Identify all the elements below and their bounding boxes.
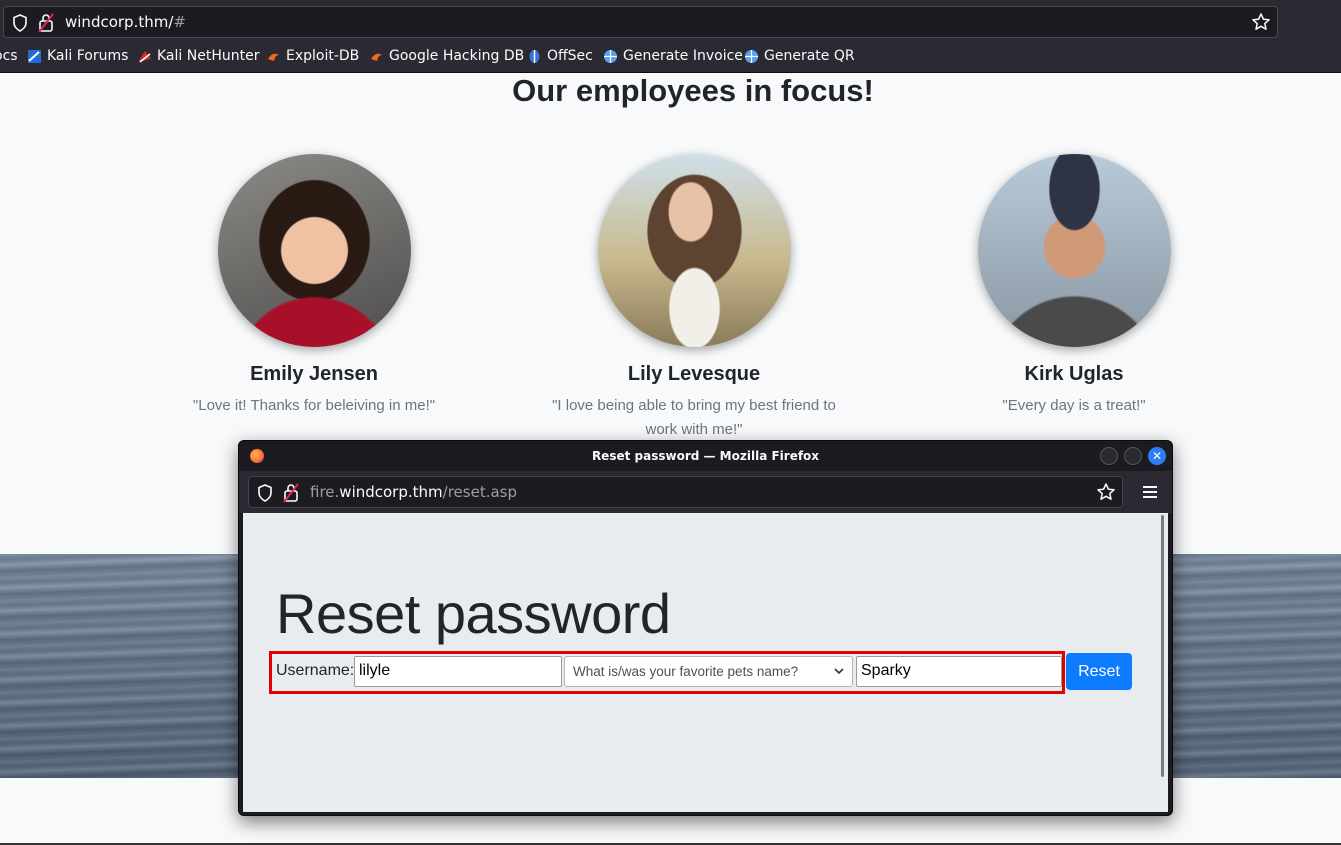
username-input[interactable]: lilyle bbox=[354, 656, 562, 687]
employee-name: Kirk Uglas bbox=[1024, 363, 1124, 385]
bookmark-star-icon[interactable] bbox=[1251, 12, 1271, 32]
popup-toolbar: fire.windcorp.thm/reset.asp bbox=[239, 471, 1172, 513]
insecure-lock-icon[interactable] bbox=[283, 483, 299, 503]
reset-password-window: Reset password — Mozilla Firefox ✕ fire.… bbox=[238, 440, 1173, 816]
bookmark-star-icon[interactable] bbox=[1096, 482, 1116, 502]
window-title: Reset password — Mozilla Firefox bbox=[591, 449, 820, 463]
answer-input[interactable]: Sparky bbox=[856, 656, 1062, 687]
kali-nethunter-icon bbox=[138, 50, 151, 63]
bookmarks-toolbar: ocs Kali Forums Kali NetHunter Exploit-D… bbox=[0, 42, 1341, 73]
vertical-scrollbar[interactable] bbox=[1161, 515, 1164, 777]
insecure-lock-icon[interactable] bbox=[38, 13, 54, 33]
maximize-button[interactable] bbox=[1124, 447, 1142, 465]
reset-button[interactable]: Reset bbox=[1066, 653, 1132, 690]
employee-card-lily: Lily Levesque "I love being able to brin… bbox=[544, 154, 844, 442]
bookmark-label: Exploit-DB bbox=[286, 48, 360, 64]
bookmark-docs[interactable]: ocs bbox=[0, 48, 18, 64]
globe-icon bbox=[745, 49, 758, 63]
shield-icon[interactable] bbox=[257, 484, 273, 502]
bookmark-label: Kali Forums bbox=[47, 48, 129, 64]
url-fragment: # bbox=[173, 13, 186, 31]
bookmark-label: Generate Invoice bbox=[623, 48, 743, 64]
ghdb-icon bbox=[371, 53, 382, 61]
page-title: Reset password bbox=[276, 582, 671, 645]
window-titlebar[interactable]: Reset password — Mozilla Firefox ✕ bbox=[239, 441, 1172, 471]
bookmark-exploit-db[interactable]: Exploit-DB bbox=[266, 48, 359, 64]
bookmark-label: Google Hacking DB bbox=[389, 48, 525, 64]
popup-address-bar[interactable]: fire.windcorp.thm/reset.asp bbox=[248, 476, 1123, 508]
minimize-button[interactable] bbox=[1100, 447, 1118, 465]
bookmark-label: ocs bbox=[0, 48, 18, 64]
browser-toolbar: windcorp.thm/# bbox=[0, 0, 1341, 42]
employee-card-emily: Emily Jensen "Love it! Thanks for beleiv… bbox=[164, 154, 464, 418]
popup-url[interactable]: fire.windcorp.thm/reset.asp bbox=[310, 483, 517, 501]
security-question-selected: What is/was your favorite pets name? bbox=[573, 664, 799, 679]
bookmark-label: Generate QR bbox=[764, 48, 855, 64]
exploit-db-icon bbox=[268, 53, 279, 61]
bookmark-generate-invoice[interactable]: Generate Invoice bbox=[603, 48, 743, 64]
employee-name: Lily Levesque bbox=[627, 363, 761, 385]
popup-page-content: Reset password Username: lilyle What is/… bbox=[243, 513, 1168, 812]
bookmark-offsec[interactable]: OffSec bbox=[527, 48, 593, 64]
url-path: /reset.asp bbox=[442, 483, 517, 501]
address-bar[interactable]: windcorp.thm/# bbox=[3, 6, 1278, 38]
employee-card-kirk: Kirk Uglas "Every day is a treat!" bbox=[924, 154, 1224, 418]
bookmark-label: Kali NetHunter bbox=[157, 48, 260, 64]
employee-photo bbox=[977, 154, 1171, 347]
employee-photo bbox=[597, 154, 791, 347]
employee-quote: "Every day is a treat!" bbox=[1002, 397, 1146, 414]
employee-photo bbox=[217, 154, 411, 347]
username-label: Username: bbox=[276, 662, 355, 679]
security-question-select[interactable]: What is/was your favorite pets name? bbox=[564, 656, 853, 687]
employee-quote: "I love being able to bring my best frie… bbox=[552, 397, 836, 438]
url-host: windcorp.thm bbox=[339, 483, 443, 501]
bookmark-generate-qr[interactable]: Generate QR bbox=[744, 48, 855, 64]
menu-hamburger-icon[interactable] bbox=[1143, 486, 1157, 501]
url-subdomain: fire. bbox=[310, 483, 340, 501]
employee-quote: "Love it! Thanks for beleiving in me!" bbox=[192, 397, 436, 414]
bookmark-kali-forums[interactable]: Kali Forums bbox=[27, 48, 128, 64]
bookmark-kali-nethunter[interactable]: Kali NetHunter bbox=[137, 48, 259, 64]
bookmark-google-hacking-db[interactable]: Google Hacking DB bbox=[369, 48, 524, 64]
chevron-down-icon bbox=[834, 668, 844, 675]
kali-forums-icon bbox=[28, 49, 41, 63]
globe-icon bbox=[604, 49, 617, 63]
close-button[interactable]: ✕ bbox=[1148, 447, 1166, 465]
bookmark-label: OffSec bbox=[547, 48, 593, 64]
offsec-icon bbox=[529, 49, 540, 63]
employee-name: Emily Jensen bbox=[250, 363, 378, 385]
address-bar-url[interactable]: windcorp.thm/# bbox=[65, 13, 186, 31]
url-host: windcorp.thm/ bbox=[65, 13, 174, 31]
shield-icon[interactable] bbox=[12, 14, 28, 32]
section-heading: Our employees in focus! bbox=[512, 73, 874, 108]
